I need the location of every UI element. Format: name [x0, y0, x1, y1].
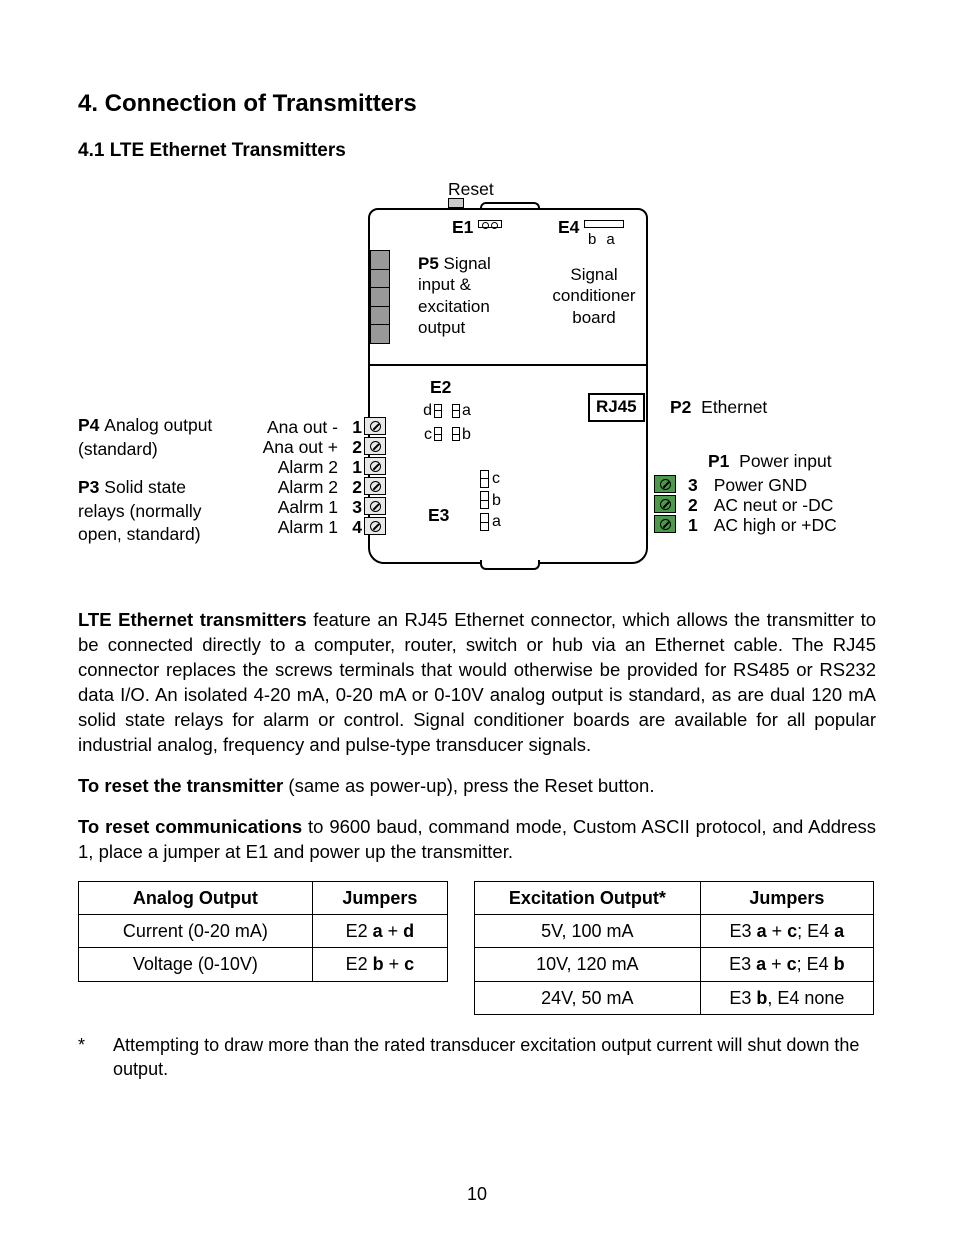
analog-output-table: Analog OutputJumpers Current (0-20 mA) E…	[78, 881, 448, 982]
p3-block: P3 Solid state relays (normally open, st…	[78, 476, 236, 547]
section-heading: 4. Connection of Transmitters	[78, 88, 876, 120]
e3-jumpers: c b a	[480, 468, 504, 533]
e4-label: E4	[558, 216, 579, 240]
th-jumpers: Jumpers	[312, 881, 447, 914]
paragraph-reset-comms: To reset communications to 9600 baud, co…	[78, 815, 876, 865]
transmitter-diagram: Reset E1 E4 ba P5 Signal input & excitat…	[78, 178, 876, 578]
footnote: * Attempting to draw more than the rated…	[78, 1033, 876, 1082]
right-terminals	[654, 474, 682, 534]
left-terminal-labels: Ana out -1 Ana out +2 Alarm 21 Alarm 22 …	[232, 416, 362, 536]
table-row: 10V, 120 mAE3 a + c; E4 b	[475, 948, 874, 981]
p2-block: P2 Ethernet	[670, 396, 767, 420]
e3-label: E3	[428, 504, 449, 528]
th-excitation-output: Excitation Output*	[475, 881, 701, 914]
exc-jumpers-1: E3 a + c; E4 b	[700, 948, 873, 981]
table-row: Voltage (0-10V) E2 b + c	[79, 948, 448, 981]
board-divider	[370, 364, 646, 366]
reset-button-graphic	[448, 198, 464, 208]
page-number: 10	[78, 1182, 876, 1206]
e1-jumper-icon	[478, 220, 502, 228]
e4-jumper-icon	[584, 220, 624, 228]
p1-pin-labels: 3 Power GND 2 AC neut or -DC 1 AC high o…	[688, 474, 837, 534]
table-row: 24V, 50 mAE3 b, E4 none	[475, 981, 874, 1014]
e1-label: E1	[452, 216, 473, 240]
subsection-heading: 4.1 LTE Ethernet Transmitters	[78, 138, 876, 164]
th-jumpers: Jumpers	[700, 881, 873, 914]
table-row: Current (0-20 mA) E2 a + d	[79, 915, 448, 948]
e2-jumpers: da cb	[420, 400, 474, 447]
rj45-label: RJ45	[588, 393, 645, 422]
table-row: 5V, 100 mAE3 a + c; E4 a	[475, 915, 874, 948]
exc-jumpers-2: E3 b, E4 none	[700, 981, 873, 1014]
paragraph-reset-transmitter: To reset the transmitter (same as power-…	[78, 774, 876, 799]
board-notch-bottom	[480, 560, 540, 570]
e4-sublabels: ba	[588, 230, 625, 250]
p1-block: P1 Power input	[708, 450, 832, 474]
p5-connector-blocks	[370, 250, 390, 343]
signal-conditioner-label: Signal conditioner board	[546, 264, 642, 328]
footnote-star: *	[78, 1033, 95, 1082]
left-terminals	[358, 416, 386, 536]
e2-label: E2	[430, 376, 451, 400]
th-analog-output: Analog Output	[79, 881, 313, 914]
p5-block: P5 Signal input & excitation output	[418, 253, 524, 341]
exc-jumpers-0: E3 a + c; E4 a	[700, 915, 873, 948]
p4-block: P4 Analog output (standard)	[78, 414, 236, 461]
footnote-text: Attempting to draw more than the rated t…	[113, 1033, 876, 1082]
excitation-output-table: Excitation Output*Jumpers 5V, 100 mAE3 a…	[474, 881, 874, 1015]
paragraph-lte: LTE Ethernet transmitters feature an RJ4…	[78, 608, 876, 758]
